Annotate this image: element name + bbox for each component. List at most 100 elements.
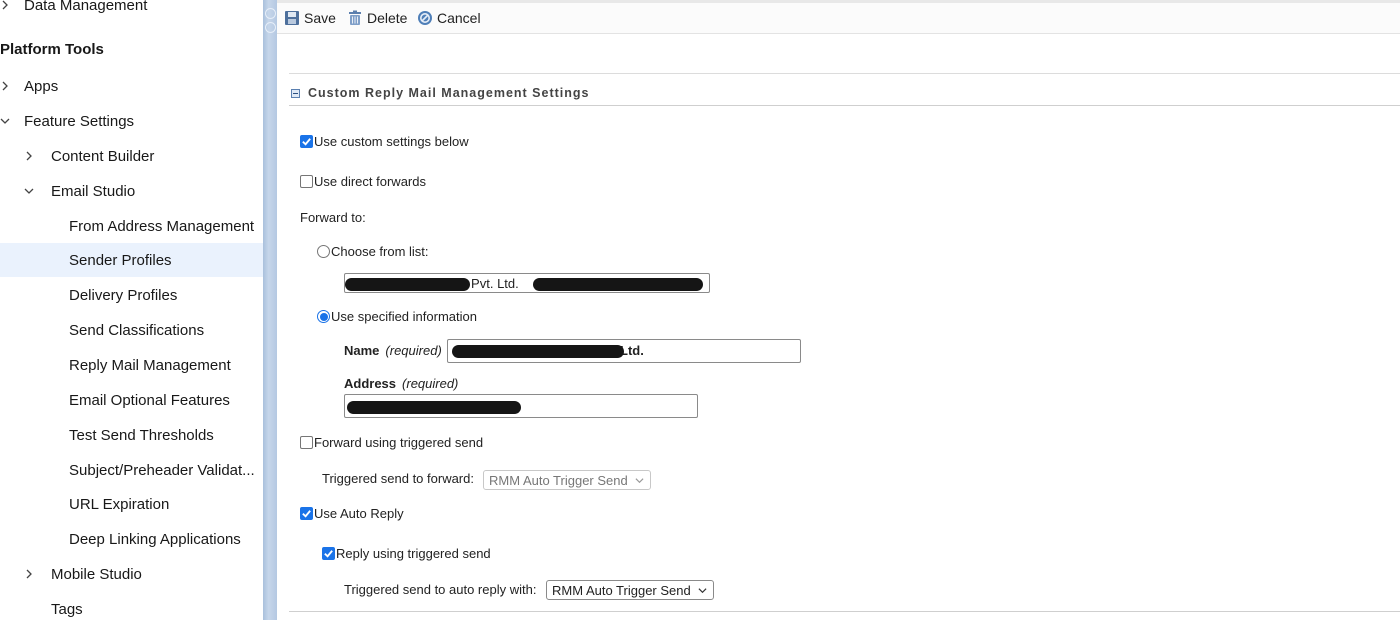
sidebar-item-label: Email Optional Features: [69, 391, 230, 409]
triggered-send-to-forward-select[interactable]: RMM Auto Trigger Send: [483, 470, 651, 490]
trash-icon: [349, 10, 361, 25]
main-panel: Save Delete Cancel Custom Reply Mail Man…: [277, 0, 1400, 620]
sidebar-item-url-expiration[interactable]: URL Expiration: [0, 487, 263, 521]
sidebar-section-heading: Platform Tools: [0, 41, 104, 58]
cancel-icon: [418, 11, 432, 25]
sidebar-item-sender-profiles[interactable]: Sender Profiles: [0, 243, 263, 277]
address-input[interactable]: [344, 394, 698, 418]
sidebar-item-label: Subject/Preheader Validat...: [69, 461, 255, 479]
forward-using-triggered-send-label: Forward using triggered send: [314, 435, 484, 450]
forward-using-triggered-send-row: Forward using triggered send: [300, 435, 483, 450]
use-auto-reply-checkbox[interactable]: [300, 507, 313, 520]
use-specified-information-label: Use specified information: [331, 309, 477, 324]
sidebar-item-label: Data Management: [24, 0, 148, 14]
sidebar-item-delivery-profiles[interactable]: Delivery Profiles: [0, 278, 263, 312]
reply-using-triggered-send-checkbox[interactable]: [322, 547, 335, 560]
address-label-row: Address (required): [344, 376, 458, 391]
sidebar: Data Management Platform Tools Apps Feat…: [0, 0, 263, 620]
forward-to-label: Forward to:: [300, 210, 366, 225]
redaction-mark: [345, 278, 470, 291]
sidebar-item-reply-mail-management[interactable]: Reply Mail Management: [0, 348, 263, 382]
choose-from-list-row: Choose from list:: [317, 244, 429, 259]
reply-using-triggered-send-row: Reply using triggered send: [322, 546, 491, 561]
use-direct-forwards-row: Use direct forwards: [300, 174, 426, 189]
auto-reply-with-select[interactable]: RMM Auto Trigger Send: [546, 580, 714, 600]
sidebar-item-label: Deep Linking Applications: [69, 530, 241, 548]
auto-reply-with-value: RMM Auto Trigger Send: [552, 582, 691, 598]
redaction-mark: [347, 401, 521, 414]
chevron-down-icon: [698, 588, 707, 594]
sidebar-item-apps[interactable]: Apps: [0, 69, 263, 103]
use-specified-information-row: Use specified information: [317, 309, 477, 324]
chevron-down-icon: [24, 186, 34, 196]
chevron-right-icon: [24, 151, 34, 161]
sidebar-item-send-classifications[interactable]: Send Classifications: [0, 313, 263, 347]
sidebar-item-from-address-management[interactable]: From Address Management: [0, 209, 263, 243]
choose-from-list-label: Choose from list:: [331, 244, 429, 259]
address-label: Address: [344, 376, 397, 391]
toolbar: Save Delete Cancel: [277, 0, 1400, 34]
divider-line: [289, 73, 1400, 74]
sidebar-item-deep-linking-applications[interactable]: Deep Linking Applications: [0, 522, 263, 556]
triggered-send-to-forward-row: Triggered send to forward:: [322, 471, 474, 486]
auto-reply-with-row: Triggered send to auto reply with:: [344, 582, 536, 597]
cancel-label: Cancel: [437, 10, 481, 26]
sidebar-item-label: Tags: [51, 600, 83, 618]
sidebar-item-mobile-studio[interactable]: Mobile Studio: [0, 557, 263, 591]
section-title: Custom Reply Mail Management Settings: [308, 86, 590, 100]
use-direct-forwards-checkbox[interactable]: [300, 175, 313, 188]
sidebar-item-email-studio[interactable]: Email Studio: [0, 174, 263, 208]
sidebar-item-label: Feature Settings: [24, 112, 135, 130]
name-input[interactable]: Ltd.: [447, 339, 801, 363]
use-custom-settings-row: Use custom settings below: [300, 134, 469, 149]
chevron-down-icon: [635, 478, 644, 484]
sidebar-item-label: Sender Profiles: [69, 251, 172, 269]
chevron-right-icon: [0, 81, 10, 91]
use-custom-settings-checkbox[interactable]: [300, 135, 313, 148]
delete-label: Delete: [367, 10, 408, 26]
sidebar-item-label: Send Classifications: [69, 321, 205, 339]
panel-divider[interactable]: [263, 0, 277, 620]
choose-from-list-radio[interactable]: [317, 245, 330, 258]
save-button[interactable]: Save: [284, 10, 336, 26]
decorative-ring-icon: [265, 22, 276, 33]
sidebar-item-test-send-thresholds[interactable]: Test Send Thresholds: [0, 418, 263, 452]
use-auto-reply-label: Use Auto Reply: [314, 506, 404, 521]
sidebar-item-label: Reply Mail Management: [69, 356, 231, 374]
use-specified-information-radio[interactable]: [317, 310, 330, 323]
redaction-mark: [452, 345, 624, 358]
sidebar-item-content-builder[interactable]: Content Builder: [0, 139, 263, 173]
chevron-right-icon: [24, 569, 34, 579]
sidebar-item-feature-settings[interactable]: Feature Settings: [0, 104, 263, 138]
sidebar-item-label: Content Builder: [51, 147, 155, 165]
use-custom-settings-label: Use custom settings below: [314, 134, 469, 149]
sidebar-item-label: From Address Management: [69, 217, 255, 235]
auto-reply-with-label: Triggered send to auto reply with:: [344, 582, 537, 597]
address-required-note: (required): [402, 376, 459, 391]
sidebar-item-label: Delivery Profiles: [69, 286, 178, 304]
name-label: Name: [344, 343, 380, 358]
save-icon: [285, 11, 299, 25]
triggered-send-to-forward-value: RMM Auto Trigger Send: [489, 472, 628, 488]
collapse-icon[interactable]: [291, 88, 300, 98]
divider-line: [289, 105, 1400, 106]
cancel-button[interactable]: Cancel: [417, 10, 481, 26]
forward-using-triggered-send-checkbox[interactable]: [300, 436, 313, 449]
delete-button[interactable]: Delete: [347, 10, 407, 26]
section-header[interactable]: Custom Reply Mail Management Settings: [291, 86, 589, 100]
divider-line: [289, 611, 1400, 612]
sidebar-item-label: Apps: [24, 77, 59, 95]
sidebar-item-label: URL Expiration: [69, 495, 170, 513]
sidebar-item-data-management[interactable]: Data Management: [0, 0, 263, 22]
sidebar-item-subject-preheader-validation[interactable]: Subject/Preheader Validat...: [0, 453, 263, 487]
name-label-row: Name (required): [344, 343, 442, 358]
redaction-mark: [533, 278, 703, 291]
save-label: Save: [304, 10, 336, 26]
use-direct-forwards-label: Use direct forwards: [314, 174, 426, 189]
sidebar-item-tags[interactable]: Tags: [0, 592, 263, 620]
triggered-send-to-forward-label: Triggered send to forward:: [322, 471, 474, 486]
forward-list-select[interactable]: ia) Pvt. Ltd.: [344, 273, 710, 293]
sidebar-item-email-optional-features[interactable]: Email Optional Features: [0, 383, 263, 417]
chevron-right-icon: [0, 0, 10, 10]
sidebar-item-label: Mobile Studio: [51, 565, 142, 583]
